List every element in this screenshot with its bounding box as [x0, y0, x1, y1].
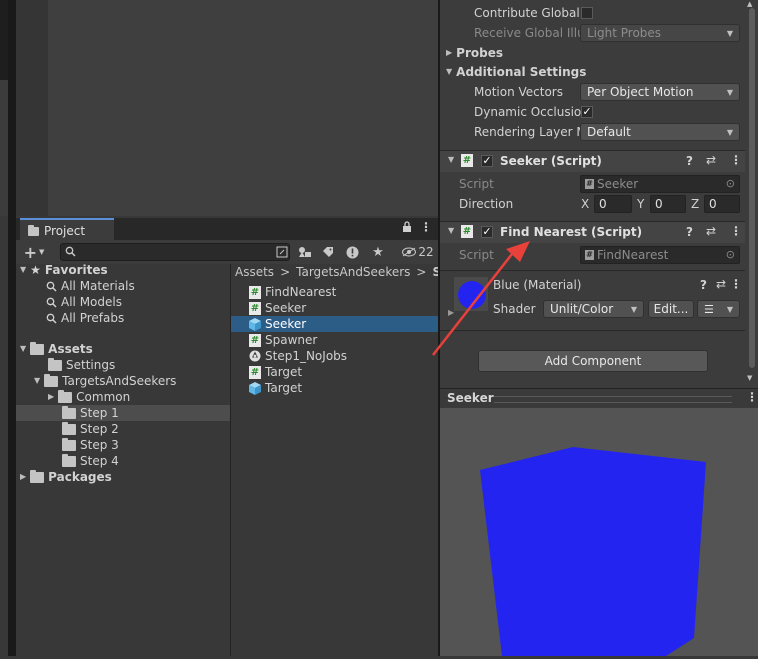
annotation-arrow [432, 241, 530, 356]
